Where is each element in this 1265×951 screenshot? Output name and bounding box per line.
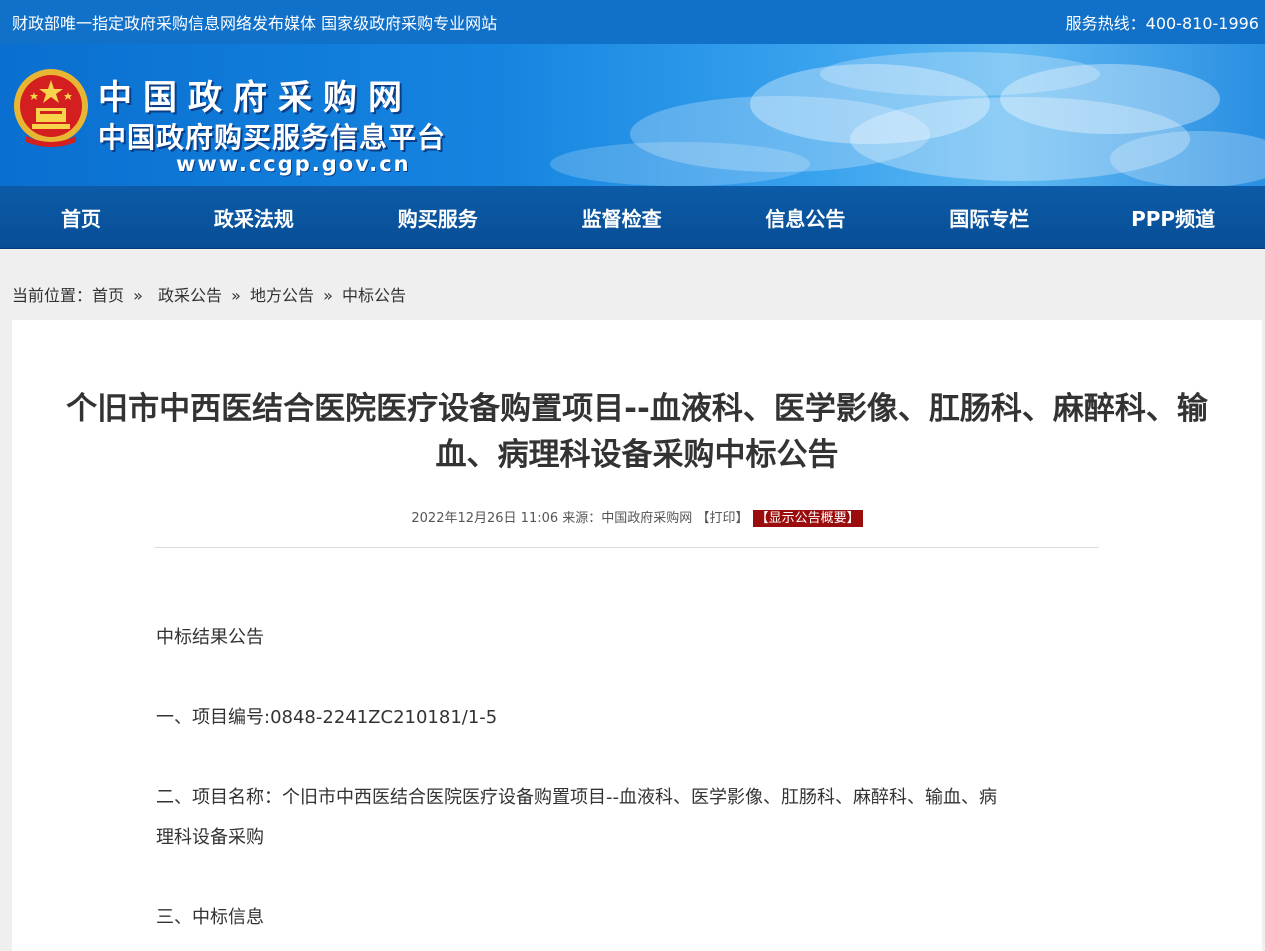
meta-divider <box>154 547 1099 548</box>
body-paragraph: 理科设备采购 <box>156 827 264 848</box>
nav-item-international[interactable]: 国际专栏 <box>897 203 1081 232</box>
article-title-line2: 血、病理科设备采购中标公告 <box>435 437 839 473</box>
body-paragraph: 二、项目名称：个旧市中西医结合医院医疗设备购置项目--血液科、医学影像、肛肠科、… <box>156 787 997 808</box>
nav-item-ppp[interactable]: PPP频道 <box>1081 203 1265 232</box>
publish-datetime: 2022年12月26日 11:06 <box>411 511 559 526</box>
nav-item-purchase-services[interactable]: 购买服务 <box>346 203 530 232</box>
service-hotline: 服务热线：400-810-1996 <box>1065 14 1259 33</box>
breadcrumb-home[interactable]: 首页 <box>92 286 124 305</box>
breadcrumb-procurement-notices[interactable]: 政采公告 <box>158 286 222 305</box>
site-banner: 中国政府采购网 中国政府购买服务信息平台 www.ccgp.gov.cn <box>0 44 1265 186</box>
body-paragraph: 中标结果公告 <box>156 627 264 648</box>
breadcrumb-separator: » <box>323 286 333 305</box>
body-paragraph: 一、项目编号:0848-2241ZC210181/1-5 <box>156 707 498 728</box>
breadcrumb-separator: » <box>231 286 241 305</box>
body-paragraph: 三、中标信息 <box>156 907 264 928</box>
site-logo-title: 中国政府采购网 <box>98 78 413 118</box>
breadcrumb-local-notices[interactable]: 地方公告 <box>250 286 314 305</box>
breadcrumb: 当前位置：首页 » 政采公告 » 地方公告 » 中标公告 <box>12 282 410 306</box>
show-summary-button[interactable]: 【显示公告概要】 <box>752 510 863 527</box>
top-info-bar: 财政部唯一指定政府采购信息网络发布媒体 国家级政府采购专业网站 服务热线：400… <box>0 0 1265 44</box>
national-emblem-icon <box>14 69 88 147</box>
main-nav: 首页 政采法规 购买服务 监督检查 信息公告 国际专栏 PPP频道 <box>0 186 1265 249</box>
site-logo-subtitle: 中国政府购买服务信息平台 <box>98 121 447 154</box>
nav-item-regulations[interactable]: 政采法规 <box>162 203 346 232</box>
breadcrumb-separator: » <box>133 286 143 305</box>
article-panel: 个旧市中西医结合医院医疗设备购置项目--血液科、医学影像、肛肠科、麻醉科、输 血… <box>12 320 1262 951</box>
article-title-line1: 个旧市中西医结合医院医疗设备购置项目--血液科、医学影像、肛肠科、麻醉科、输 <box>66 391 1208 427</box>
article-source: 来源：中国政府采购网 <box>562 511 693 526</box>
nav-item-announcements[interactable]: 信息公告 <box>714 203 898 232</box>
nav-item-supervision[interactable]: 监督检查 <box>530 203 714 232</box>
breadcrumb-prefix: 当前位置： <box>12 286 93 305</box>
breadcrumb-award-notices[interactable]: 中标公告 <box>342 286 406 305</box>
article-meta: 2022年12月26日 11:06 来源：中国政府采购网 【打印】 【显示公告概… <box>12 507 1262 527</box>
top-slogan: 财政部唯一指定政府采购信息网络发布媒体 国家级政府采购专业网站 <box>12 14 498 33</box>
article-title: 个旧市中西医结合医院医疗设备购置项目--血液科、医学影像、肛肠科、麻醉科、输 血… <box>22 386 1252 478</box>
nav-item-home[interactable]: 首页 <box>0 203 162 232</box>
print-link[interactable]: 【打印】 <box>696 511 748 526</box>
site-logo-url: www.ccgp.gov.cn <box>176 152 411 176</box>
